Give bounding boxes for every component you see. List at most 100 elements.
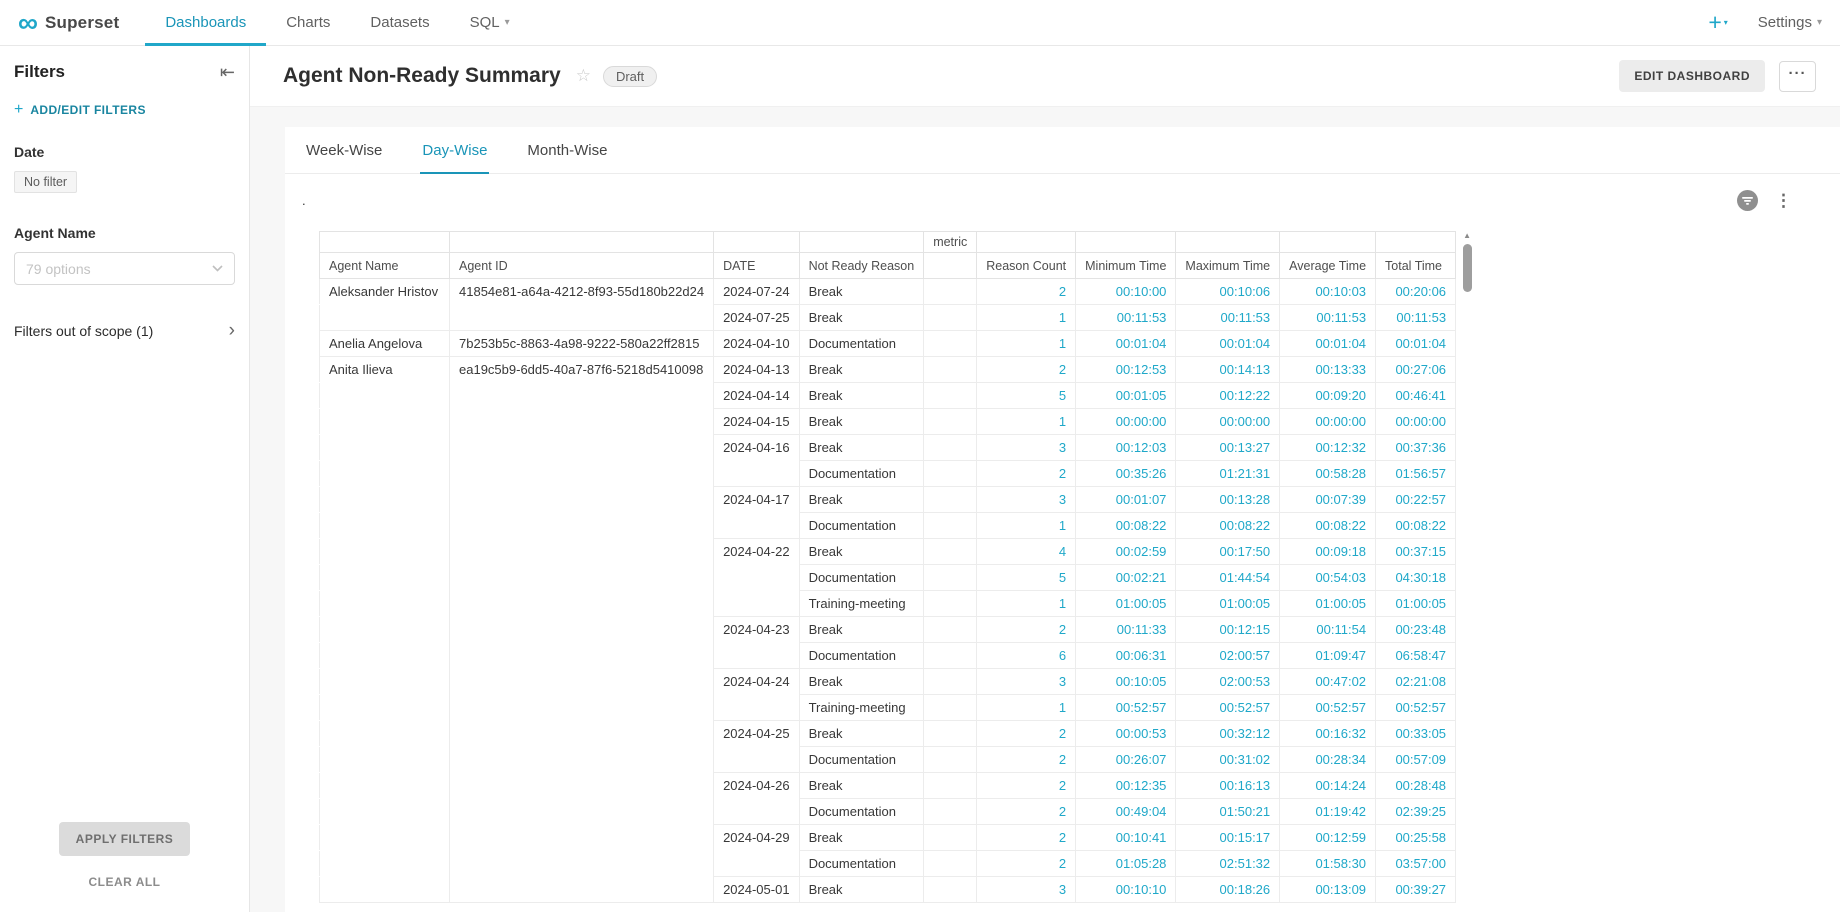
column-header-minimum-time[interactable]: Minimum Time [1076,253,1176,279]
value-cell: 00:57:09 [1376,747,1456,773]
column-header-agent-name[interactable]: Agent Name [320,253,450,279]
column-header-date[interactable]: DATE [714,253,800,279]
tab-week-wise[interactable]: Week-Wise [304,127,384,173]
spacer-cell [924,877,977,903]
scrollbar-thumb[interactable] [1463,244,1472,292]
column-header-agent-id[interactable]: Agent ID [450,253,714,279]
value-cell: 00:49:04 [1076,799,1176,825]
group-cell: Break [799,825,924,851]
value-cell: 00:23:48 [1376,617,1456,643]
column-header-reason-count[interactable]: Reason Count [977,253,1076,279]
applied-filters-icon[interactable] [1737,190,1758,211]
group-cell [450,591,714,617]
chart-title: . [299,193,306,208]
group-cell: Documentation [799,851,924,877]
tab-day-wise[interactable]: Day-Wise [420,127,489,173]
value-cell: 00:32:12 [1176,721,1280,747]
date-filter-label: Date [14,144,235,160]
table-row: 2024-04-29Break200:10:4100:15:1700:12:59… [320,825,1456,851]
value-cell: 00:10:06 [1176,279,1280,305]
table-row: Documentation200:49:0401:50:2101:19:4202… [320,799,1456,825]
clear-all-button[interactable]: CLEAR ALL [82,874,166,890]
value-cell: 00:11:33 [1076,617,1176,643]
value-cell: 00:00:53 [1076,721,1176,747]
nav-item-label: SQL [470,14,500,31]
scroll-up-icon[interactable]: ▲ [1463,231,1471,241]
value-cell: 00:17:50 [1176,539,1280,565]
agent-name-select[interactable]: 79 options [14,252,235,285]
value-cell: 02:51:32 [1176,851,1280,877]
agent-name-filter-label: Agent Name [14,225,235,241]
apply-filters-button[interactable]: APPLY FILTERS [59,822,191,856]
filters-out-of-scope[interactable]: Filters out of scope (1) › [14,321,235,340]
value-cell: 00:52:57 [1376,695,1456,721]
value-cell: 00:12:35 [1076,773,1176,799]
collapse-sidebar-icon[interactable]: ⇤ [220,63,235,81]
more-options-button[interactable]: ··· [1779,61,1816,92]
value-cell: 00:52:57 [1076,695,1176,721]
group-cell: 2024-04-25 [714,721,800,747]
group-cell: Documentation [799,747,924,773]
table-row: Documentation600:06:3102:00:5701:09:4706… [320,643,1456,669]
value-cell: 03:57:00 [1376,851,1456,877]
value-cell: 00:39:27 [1376,877,1456,903]
spacer-cell [924,487,977,513]
group-cell [320,799,450,825]
tab-month-wise[interactable]: Month-Wise [525,127,609,173]
new-item-button[interactable]: + ▾ [1708,11,1727,34]
superset-brand[interactable]: ∞ Superset [18,0,119,45]
group-cell [450,695,714,721]
table-group-header-row: metric [320,232,1456,253]
group-cell [320,565,450,591]
value-cell: 06:58:47 [1376,643,1456,669]
nav-item-datasets[interactable]: Datasets [350,0,449,45]
group-cell [320,669,450,695]
column-header-average-time[interactable]: Average Time [1280,253,1376,279]
value-cell: 00:12:59 [1280,825,1376,851]
nav-item-charts[interactable]: Charts [266,0,350,45]
table-row: Documentation100:08:2200:08:2200:08:2200… [320,513,1456,539]
chevron-down-icon: ▾ [1817,17,1822,28]
value-cell: 00:09:20 [1280,383,1376,409]
table-scrollbar[interactable]: ▲ [1461,231,1473,292]
date-filter-value[interactable]: No filter [14,171,77,193]
column-header-not-ready-reason[interactable]: Not Ready Reason [799,253,924,279]
filters-out-of-scope-label: Filters out of scope (1) [14,323,153,339]
sidebar-spacer [14,340,235,822]
plus-icon: + [14,102,23,118]
settings-menu[interactable]: Settings ▾ [1758,14,1822,31]
column-header-maximum-time[interactable]: Maximum Time [1176,253,1280,279]
table-row: Documentation500:02:2101:44:5400:54:0304… [320,565,1456,591]
value-cell: 3 [977,487,1076,513]
spacer-cell [924,435,977,461]
header-cell-empty [1376,232,1456,253]
value-cell: 00:25:58 [1376,825,1456,851]
group-cell: 2024-04-29 [714,825,800,851]
nav-item-sql[interactable]: SQL ▾ [450,0,530,45]
add-edit-filters-button[interactable]: + ADD/EDIT FILTERS [14,102,235,118]
main-nav: Dashboards Charts Datasets SQL ▾ [145,0,529,45]
table-row: 2024-04-25Break200:00:5300:32:1200:16:32… [320,721,1456,747]
edit-dashboard-button[interactable]: EDIT DASHBOARD [1619,60,1765,92]
value-cell: 1 [977,305,1076,331]
value-cell: 00:12:53 [1076,357,1176,383]
table-row: 2024-04-17Break300:01:0700:13:2800:07:39… [320,487,1456,513]
value-cell: 01:56:57 [1376,461,1456,487]
group-cell [450,383,714,409]
nav-item-dashboards[interactable]: Dashboards [145,0,266,45]
value-cell: 00:46:41 [1376,383,1456,409]
value-cell: 02:00:57 [1176,643,1280,669]
header-cell-empty [1176,232,1280,253]
value-cell: 00:12:03 [1076,435,1176,461]
table-row: Training-meeting100:52:5700:52:5700:52:5… [320,695,1456,721]
column-header-total-time[interactable]: Total Time [1376,253,1456,279]
value-cell: 00:31:02 [1176,747,1280,773]
value-cell: 04:30:18 [1376,565,1456,591]
favorite-star-icon[interactable]: ☆ [576,66,591,86]
value-cell: 00:15:17 [1176,825,1280,851]
table-row: 2024-04-15Break100:00:0000:00:0000:00:00… [320,409,1456,435]
spacer-cell [924,279,977,305]
kebab-menu-icon[interactable]: ⋮ [1775,192,1792,209]
group-cell [450,305,714,331]
value-cell: 00:13:09 [1280,877,1376,903]
